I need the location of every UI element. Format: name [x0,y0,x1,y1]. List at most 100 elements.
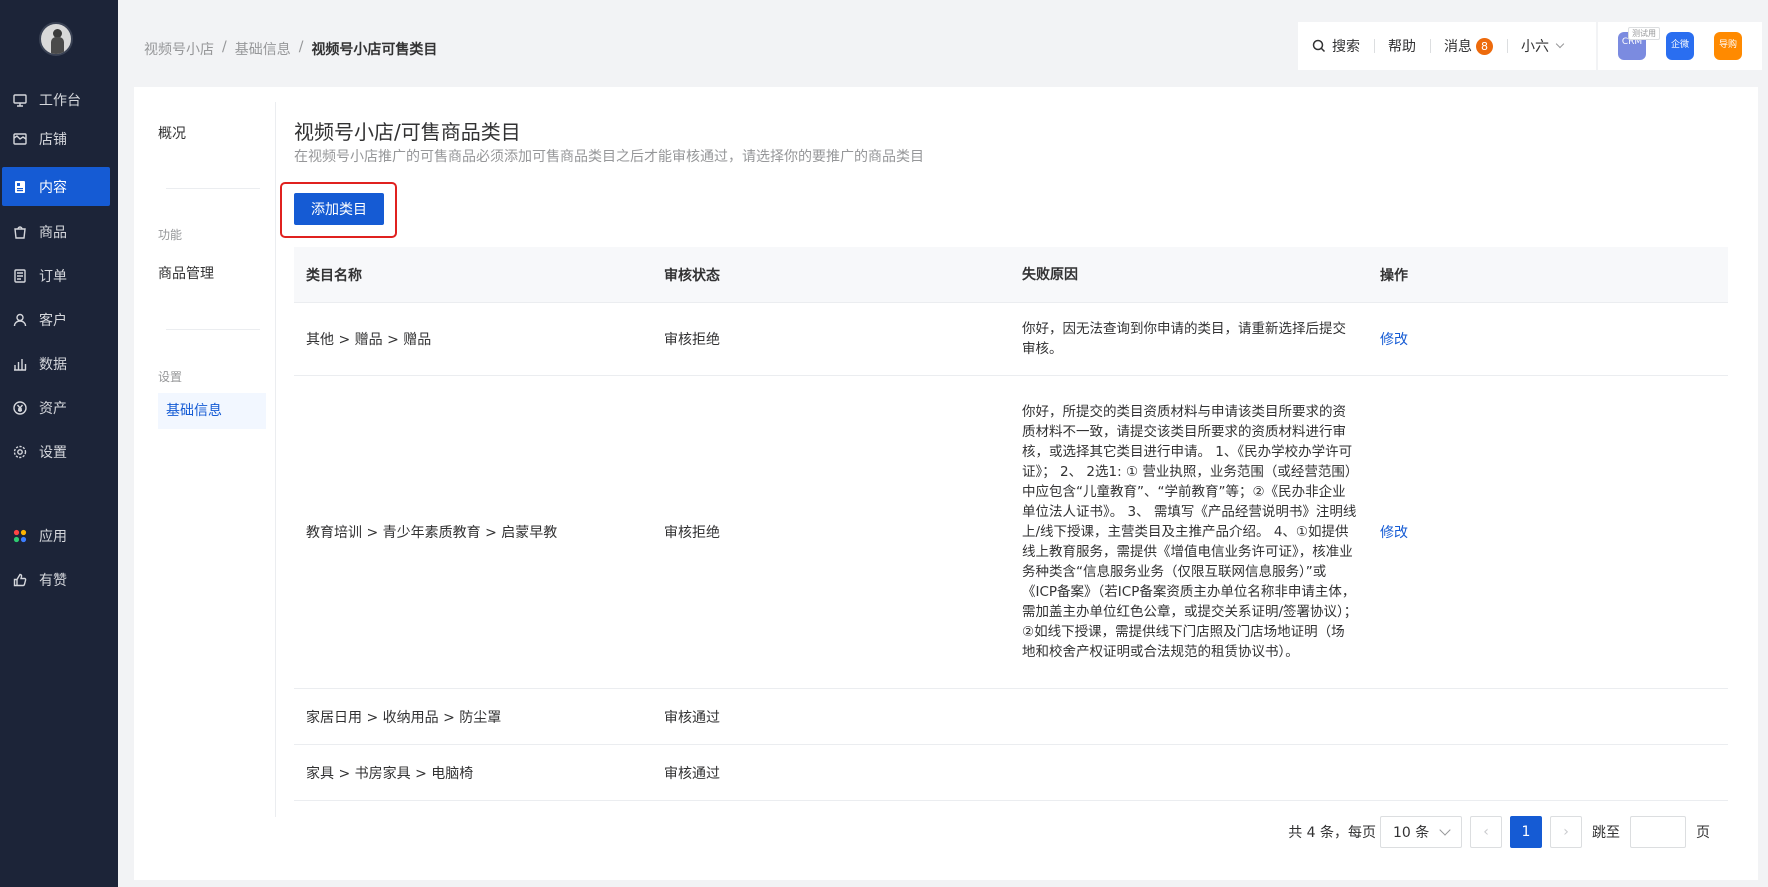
review-status: 审核通过 [664,765,720,782]
main-card: 概况 功能 商品管理 设置 基础信息 视频号小店/可售商品类目 在视频号小店推广… [134,87,1758,880]
page-size-select[interactable]: 10 条 [1380,816,1462,848]
thumb-icon [13,573,27,587]
breadcrumb-item-shop[interactable]: 视频号小店 [144,39,214,59]
sidebar-item-youzan[interactable]: 有赞 [2,560,110,599]
review-status: 审核拒绝 [664,332,720,348]
order-icon [13,268,27,283]
category-name: 家居日用 > 收纳用品 > 防尘罩 [306,709,502,726]
chevron-down-icon [1555,39,1565,49]
jump-page-input[interactable] [1630,816,1686,848]
sidebar-item-assets[interactable]: 资产 [2,388,110,427]
next-page-button[interactable]: › [1550,816,1582,848]
page-number-button[interactable]: 1 [1510,816,1542,848]
sidebar-item-label: 数据 [39,356,67,373]
sec-nav-group-function: 功能 [158,228,183,242]
yuan-icon [13,400,27,415]
column-header: 失败原因 [1022,266,1078,283]
sidebar-item-label: 资产 [39,400,67,417]
page-title: 视频号小店/可售商品类目 [294,120,521,144]
sidebar-item-label: 客户 [39,312,67,329]
sidebar-item-workbench[interactable]: 工作台 [2,80,110,119]
page-unit: 页 [1696,825,1710,841]
chart-icon [13,357,27,371]
sec-nav-overview[interactable]: 概况 [158,123,186,143]
sec-nav-product-manage[interactable]: 商品管理 [158,263,214,283]
category-table: 类目名称 审核状态 失败原因 操作 其他 > 赠品 > 赠品 审核拒绝 你好，因… [294,247,1728,801]
category-name: 其他 > 赠品 > 赠品 [306,332,432,348]
trial-tag: 测试用 [1628,27,1660,40]
table-header: 类目名称 审核状态 失败原因 操作 [294,247,1728,303]
search-icon [1312,39,1326,53]
sidebar-item-label: 设置 [39,444,67,461]
divider [166,329,260,330]
user-icon [13,313,27,327]
jump-label: 跳至 [1592,825,1620,841]
shop-icon [13,132,27,146]
table-row: 家具 > 书房家具 > 电脑椅 审核通过 [294,745,1728,801]
sidebar-item-data[interactable]: 数据 [2,344,110,383]
sidebar-item-goods[interactable]: 商品 [2,212,110,251]
column-header: 审核状态 [664,267,720,284]
user-menu[interactable]: 小六 [1507,36,1577,56]
apps-bar: CRM 企微 导购 [1598,22,1762,70]
add-category-button[interactable]: 添加类目 [294,193,384,225]
sec-nav-group-settings: 设置 [158,370,183,384]
sec-nav-basic-info[interactable]: 基础信息 [158,393,266,429]
desktop-icon [13,93,27,107]
sidebar-item-label: 内容 [39,179,67,196]
edit-link[interactable]: 修改 [1380,332,1408,348]
qiwei-app-icon[interactable]: 企微 [1666,32,1694,60]
table-row: 家居日用 > 收纳用品 > 防尘罩 审核通过 [294,689,1728,745]
category-name: 教育培训 > 青少年素质教育 > 启蒙早教 [306,525,558,541]
sidebar-item-shop[interactable]: 店铺 [2,119,110,158]
message-count-badge: 8 [1476,37,1493,55]
sidebar-item-label: 应用 [39,528,67,545]
user-name: 小六 [1521,39,1549,55]
table-row: 其他 > 赠品 > 赠品 审核拒绝 你好，因无法查询到你申请的类目，请重新选择后… [294,303,1728,376]
breadcrumb-current: 视频号小店可售类目 [311,42,438,58]
sidebar-item-label: 有赞 [39,572,67,589]
search-label: 搜索 [1332,39,1360,55]
pagination: 共 4 条，每页 10 条 ‹ 1 › 跳至 页 [1288,816,1710,848]
review-status: 审核通过 [664,709,720,726]
sidebar-item-settings[interactable]: 设置 [2,432,110,471]
breadcrumb-item-basic-info[interactable]: 基础信息 [235,39,291,59]
page-description: 在视频号小店推广的可售商品必须添加可售商品类目之后才能审核通过，请选择你的要推广… [294,149,924,165]
prev-page-button[interactable]: ‹ [1470,816,1502,848]
chevron-right-icon: › [1563,824,1569,840]
edit-link[interactable]: 修改 [1380,525,1408,541]
sidebar-item-label: 店铺 [39,131,67,148]
sidebar: 工作台 店铺 内容 商品 订单 客户 数据 资产 设置 应用 有赞 [0,0,118,887]
qiwei-label: 企微 [1670,40,1689,50]
sidebar-item-label: 工作台 [39,92,81,109]
sidebar-item-content[interactable]: 内容 [2,167,110,206]
daogou-label: 导购 [1718,40,1737,50]
total-text: 共 4 条，每页 [1288,825,1376,841]
page-size-value: 10 条 [1393,825,1430,841]
help-label: 帮助 [1388,39,1416,55]
breadcrumb: 视频号小店 / 基础信息 / 视频号小店可售类目 [144,39,437,59]
topbar: 搜索 帮助 消息 8 小六 [1298,22,1596,70]
apps-icon [13,529,27,543]
column-header: 类目名称 [306,267,362,284]
breadcrumb-separator: / [298,39,304,55]
daogou-app-icon[interactable]: 导购 [1714,32,1742,60]
sidebar-item-apps[interactable]: 应用 [2,516,110,555]
messages-label: 消息 [1444,39,1472,55]
column-header: 操作 [1380,267,1408,284]
messages-button[interactable]: 消息 8 [1430,36,1507,56]
sidebar-item-label: 订单 [39,268,67,285]
review-status: 审核拒绝 [664,525,720,541]
table-row: 教育培训 > 青少年素质教育 > 启蒙早教 审核拒绝 你好，所提交的类目资质材料… [294,376,1728,689]
avatar[interactable] [39,22,73,56]
sidebar-item-orders[interactable]: 订单 [2,256,110,295]
breadcrumb-separator: / [222,39,227,55]
bag-icon [13,225,27,239]
chevron-down-icon [1439,824,1451,836]
divider [166,188,260,189]
help-button[interactable]: 帮助 [1374,36,1430,56]
search-button[interactable]: 搜索 [1298,36,1374,56]
fail-reason: 你好，所提交的类目资质材料与申请该类目所要求的资质材料不一致，请提交该类目所要求… [1022,404,1358,660]
category-name: 家具 > 书房家具 > 电脑椅 [306,765,474,782]
sidebar-item-customers[interactable]: 客户 [2,300,110,339]
